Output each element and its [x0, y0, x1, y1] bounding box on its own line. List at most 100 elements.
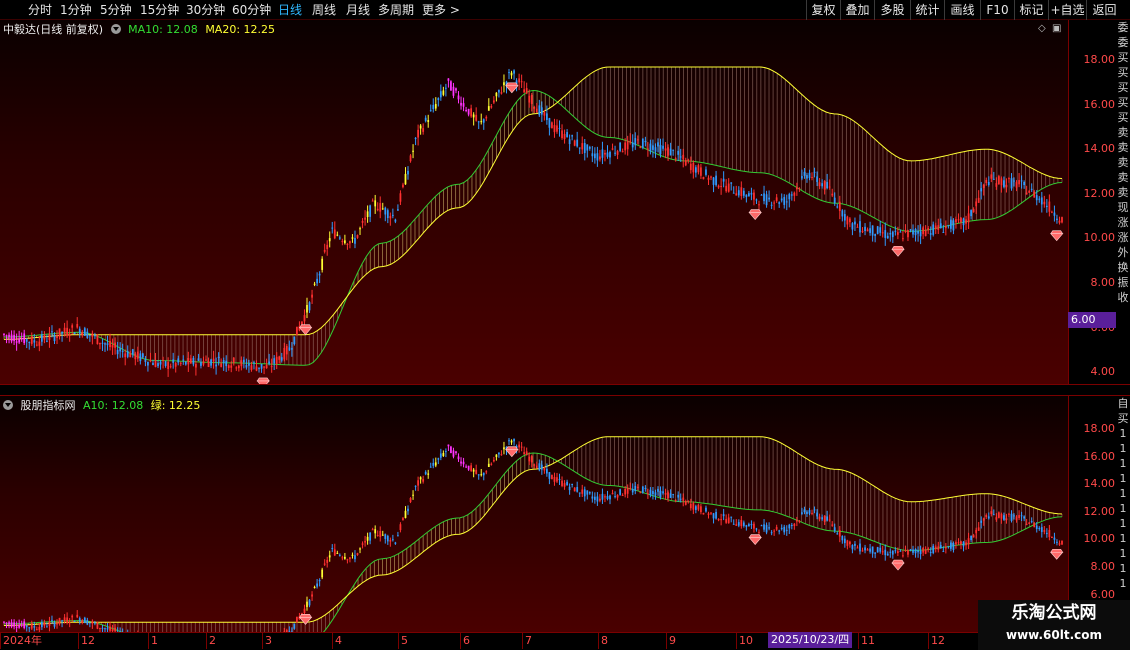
candle-body: [76, 614, 79, 618]
candle-body: [344, 240, 346, 244]
candle-body: [40, 621, 43, 628]
candle-body: [126, 350, 129, 357]
candle-body: [904, 230, 907, 233]
candle-body: [937, 546, 940, 550]
period-8[interactable]: 月线: [346, 2, 370, 18]
candle-body: [308, 302, 311, 311]
candle-body: [849, 218, 851, 223]
candle-body: [909, 549, 912, 551]
candle-body: [535, 465, 538, 469]
diamond-icon[interactable]: ◇: [1038, 23, 1046, 34]
candle-body: [566, 132, 568, 138]
candle-body: [376, 535, 379, 537]
candle-body: [629, 488, 632, 490]
candle-body: [939, 545, 942, 549]
indicator-dropdown-icon[interactable]: [3, 400, 13, 410]
gem-signal-icon: [1050, 230, 1064, 242]
candle-body: [828, 519, 831, 521]
candle-body: [899, 550, 902, 552]
main-chart-panel[interactable]: 中毅达(日线 前复权) MA10: 12.08 MA20: 12.25 ◇ ▣: [0, 20, 1068, 384]
candle-body: [169, 366, 172, 368]
period-4[interactable]: 30分钟: [186, 2, 225, 18]
period-2[interactable]: 5分钟: [100, 2, 132, 18]
candle-body: [647, 148, 649, 150]
candle-body: [518, 78, 520, 83]
window-icon[interactable]: ▣: [1052, 23, 1061, 34]
period-5[interactable]: 60分钟: [232, 2, 271, 18]
candle-body: [63, 617, 66, 621]
candle-body: [513, 70, 515, 74]
candle-body: [391, 214, 394, 216]
candle-body: [386, 535, 389, 542]
candle-body: [316, 583, 318, 587]
panel-divider[interactable]: [0, 384, 1130, 396]
period-9[interactable]: 多周期: [378, 2, 414, 18]
toolbar-button-3[interactable]: 统计: [910, 0, 944, 20]
candle-body: [972, 209, 975, 213]
candle-body: [303, 608, 306, 614]
candle-body: [76, 324, 79, 328]
candle-body: [636, 139, 639, 141]
candle-body: [520, 446, 523, 448]
strip-char: 振: [1117, 276, 1129, 289]
candle-body: [187, 357, 190, 365]
candle-body: [48, 621, 51, 626]
candle-body: [210, 359, 212, 366]
candle-body: [326, 244, 329, 250]
toolbar-button-1[interactable]: 叠加: [840, 0, 874, 20]
candle-body: [924, 549, 927, 554]
candle-body: [919, 550, 922, 555]
candle-body: [950, 542, 952, 549]
candle-body: [121, 350, 124, 352]
toolbar-button-0[interactable]: 复权: [806, 0, 840, 20]
toolbar-button-2[interactable]: 多股: [874, 0, 910, 20]
candle-body: [952, 542, 955, 550]
period-7[interactable]: 周线: [312, 2, 336, 18]
candle-body: [452, 86, 455, 96]
candle-body: [412, 150, 414, 152]
candle-body: [1035, 525, 1038, 530]
candle-body: [434, 104, 437, 109]
candle-body: [13, 334, 15, 341]
candle-body: [184, 361, 187, 365]
candle-body: [437, 458, 440, 460]
candle-body: [990, 174, 993, 179]
period-10[interactable]: 更多 >: [422, 2, 460, 18]
ma10-label: MA10: 12.08: [128, 23, 198, 36]
toolbar-button-8[interactable]: 返回: [1086, 0, 1122, 20]
period-6[interactable]: 日线: [278, 2, 302, 18]
candle-body: [419, 125, 422, 129]
candle-body: [859, 221, 861, 233]
candle-body: [955, 219, 957, 223]
candle-body: [854, 543, 856, 546]
candle-body: [828, 186, 831, 188]
candle-body: [755, 199, 758, 201]
candle-body: [333, 549, 336, 556]
candle-body: [237, 365, 240, 369]
period-3[interactable]: 15分钟: [140, 2, 179, 18]
candle-body: [106, 628, 109, 630]
toolbar-button-5[interactable]: F10: [980, 0, 1014, 20]
candle-body: [561, 480, 563, 486]
candle-body: [1056, 218, 1058, 221]
candle-body: [498, 89, 500, 93]
candle-body: [543, 112, 546, 116]
toolbar-button-4[interactable]: 画线: [944, 0, 980, 20]
indicator-panel[interactable]: 股朋指标网 A10: 12.08 绿: 12.25: [0, 396, 1068, 632]
time-label: 3: [262, 633, 272, 649]
toolbar-button-7[interactable]: +自选: [1048, 0, 1086, 20]
settings-dropdown-icon[interactable]: [110, 24, 121, 34]
candle-body: [394, 542, 397, 544]
candle-body: [369, 205, 372, 217]
candle-body: [997, 512, 1000, 518]
period-1[interactable]: 1分钟: [60, 2, 92, 18]
candle-body: [551, 122, 553, 129]
candle-body: [556, 125, 558, 132]
toolbar-button-6[interactable]: 标记: [1014, 0, 1048, 20]
candle-body: [86, 331, 89, 338]
candle-body: [38, 626, 41, 630]
candle-body: [647, 493, 649, 495]
candle-body: [288, 347, 291, 351]
period-0[interactable]: 分时: [28, 2, 52, 18]
candle-body: [349, 241, 351, 244]
